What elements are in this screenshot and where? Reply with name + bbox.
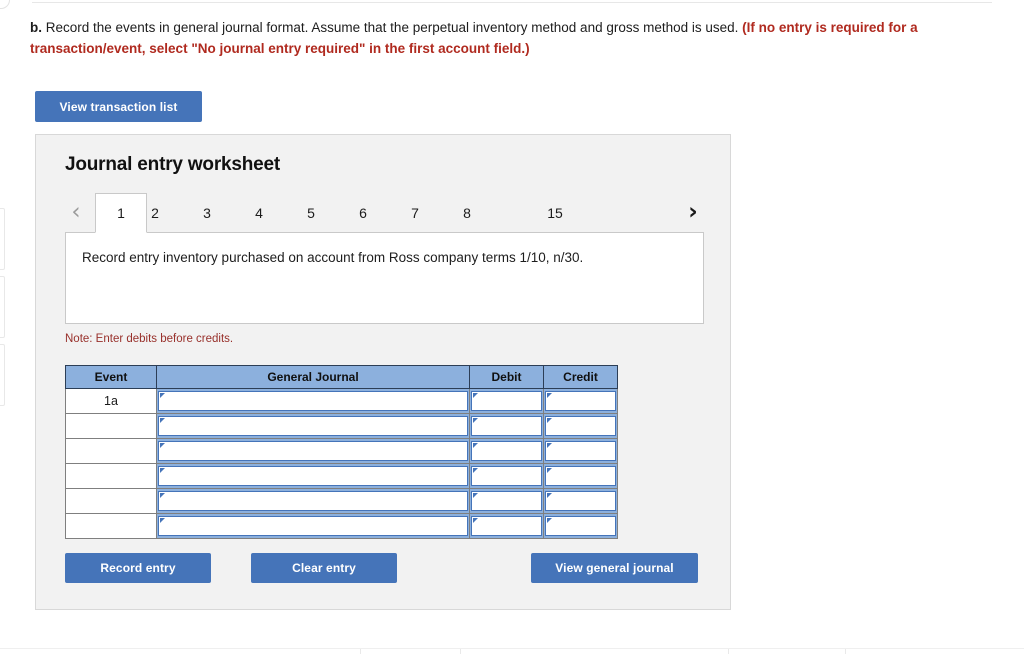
journal-entry-worksheet-panel: Journal entry worksheet ‹ 1 2 3 4 5 6 7 8 15 › R… [35,134,731,610]
credit-field[interactable] [545,466,616,486]
bottom-tick-2 [460,649,461,654]
table-header-row: Event General Journal Debit Credit [65,365,618,389]
offscreen-widget-sliver-3 [0,344,5,406]
cell-event [65,463,157,489]
worksheet-instruction-text: Record entry inventory purchased on acco… [82,250,584,265]
general-journal-body: 1a [65,388,618,539]
worksheet-tab-6[interactable]: 6 [343,193,383,233]
credit-field[interactable] [545,441,616,461]
debit-field[interactable] [471,391,542,411]
column-header-credit: Credit [543,365,618,389]
record-entry-button[interactable]: Record entry [65,553,211,583]
cell-general-journal [156,388,470,414]
column-header-event: Event [65,365,157,389]
cell-debit [469,488,544,514]
chevron-right-icon[interactable]: › [682,197,704,227]
worksheet-tab-3[interactable]: 3 [187,193,227,233]
cell-general-journal [156,438,470,464]
cell-credit [543,488,618,514]
bottom-divider [0,648,1024,649]
cell-credit [543,513,618,539]
table-row: 1a [65,388,618,414]
credit-field[interactable] [545,391,616,411]
view-transaction-list-button[interactable]: View transaction list [35,91,202,122]
offscreen-widget-sliver-2 [0,276,5,338]
table-row [65,513,618,539]
cell-general-journal [156,413,470,439]
debits-before-credits-note: Note: Enter debits before credits. [65,333,234,345]
debit-field[interactable] [471,416,542,436]
bottom-tick-4 [845,649,846,654]
worksheet-tab-1[interactable]: 1 [95,193,147,233]
column-header-debit: Debit [469,365,544,389]
top-divider [32,2,992,3]
cell-debit [469,388,544,414]
debit-field[interactable] [471,441,542,461]
cell-event [65,488,157,514]
cell-event [65,438,157,464]
cell-event [65,413,157,439]
cell-credit [543,463,618,489]
cell-credit [543,413,618,439]
account-field[interactable] [158,441,468,461]
column-header-general-journal: General Journal [156,365,470,389]
question-label: b. [30,20,42,35]
debit-field[interactable] [471,491,542,511]
credit-field[interactable] [545,491,616,511]
credit-field[interactable] [545,416,616,436]
cell-credit [543,438,618,464]
account-field[interactable] [158,516,468,536]
worksheet-tab-7[interactable]: 7 [395,193,435,233]
worksheet-tab-5[interactable]: 5 [291,193,331,233]
credit-field[interactable] [545,516,616,536]
table-row [65,488,618,514]
account-field[interactable] [158,491,468,511]
debit-field[interactable] [471,516,542,536]
worksheet-tab-list: 1 2 3 4 5 6 7 8 15 [95,193,670,233]
page-corner-arc [0,0,10,9]
account-field[interactable] [158,391,468,411]
clear-entry-button[interactable]: Clear entry [251,553,397,583]
question-body: Record the events in general journal for… [42,20,743,35]
worksheet-tab-15[interactable]: 15 [525,193,585,233]
cell-debit [469,463,544,489]
table-row [65,413,618,439]
table-row [65,463,618,489]
cell-debit [469,413,544,439]
worksheet-tabstrip: ‹ 1 2 3 4 5 6 7 8 15 › [65,193,704,233]
bottom-tick-1 [360,649,361,654]
cell-debit [469,438,544,464]
view-general-journal-button[interactable]: View general journal [531,553,698,583]
cell-event: 1a [65,388,157,414]
table-row [65,438,618,464]
debit-field[interactable] [471,466,542,486]
account-field[interactable] [158,416,468,436]
question-prompt: b. Record the events in general journal … [30,17,1005,59]
worksheet-tab-8[interactable]: 8 [447,193,487,233]
panel-title: Journal entry worksheet [65,154,281,175]
cell-event [65,513,157,539]
chevron-left-icon[interactable]: ‹ [65,197,87,227]
offscreen-widget-sliver-1 [0,208,5,270]
general-journal-table: Event General Journal Debit Credit 1a [65,365,618,539]
worksheet-tab-4[interactable]: 4 [239,193,279,233]
bottom-tick-3 [728,649,729,654]
cell-credit [543,388,618,414]
worksheet-instruction-box: Record entry inventory purchased on acco… [65,232,704,324]
account-field[interactable] [158,466,468,486]
cell-general-journal [156,488,470,514]
cell-debit [469,513,544,539]
cell-general-journal [156,513,470,539]
cell-general-journal [156,463,470,489]
